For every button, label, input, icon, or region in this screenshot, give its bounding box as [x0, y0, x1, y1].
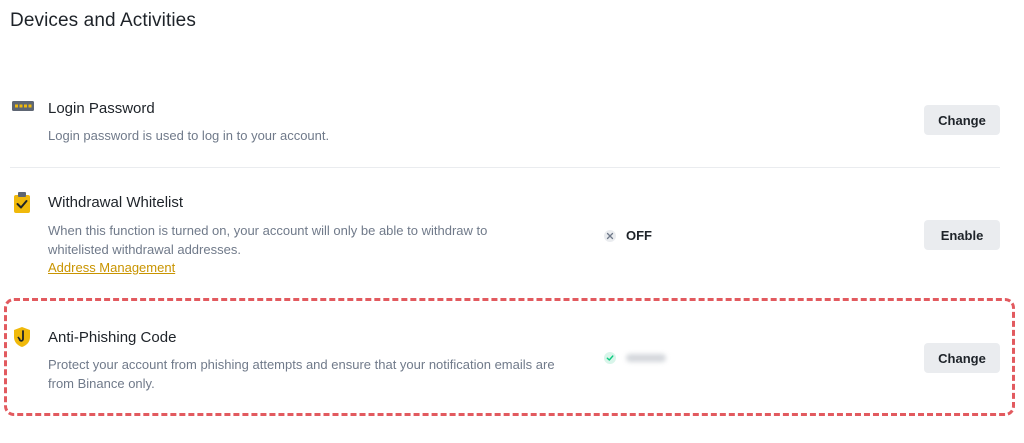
address-management-link[interactable]: Address Management	[48, 260, 175, 275]
login-password-row: Login Password Login password is used to…	[10, 96, 1000, 156]
login-password-title: Login Password	[48, 100, 155, 117]
cross-icon	[604, 229, 616, 242]
withdrawal-whitelist-status: OFF	[604, 228, 652, 243]
login-password-change-button[interactable]: Change	[924, 105, 1000, 135]
withdrawal-whitelist-row: Withdrawal Whitelist When this function …	[10, 190, 1000, 282]
withdrawal-whitelist-enable-button[interactable]: Enable	[924, 220, 1000, 250]
clipboard-check-icon	[12, 192, 34, 214]
withdrawal-whitelist-title: Withdrawal Whitelist	[48, 194, 184, 211]
withdrawal-whitelist-status-text: OFF	[626, 228, 652, 243]
login-password-description: Login password is used to log in to your…	[48, 128, 330, 143]
divider	[10, 167, 1000, 168]
withdrawal-whitelist-description: When this function is turned on, your ac…	[48, 223, 488, 257]
password-dots-icon	[12, 98, 34, 120]
page-title: Devices and Activities	[10, 10, 196, 31]
highlight-frame	[4, 298, 1015, 416]
